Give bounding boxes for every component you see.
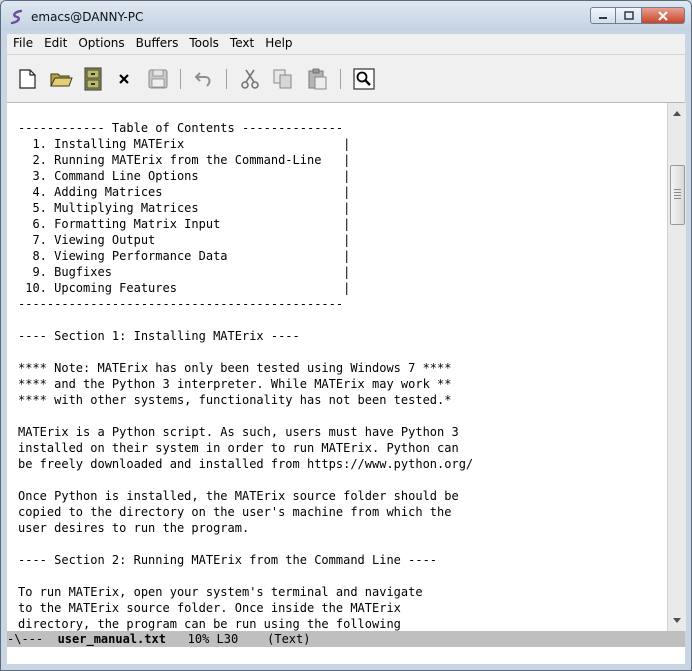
arrow-up-icon [673,111,681,116]
menu-file[interactable]: File [7,34,38,50]
menu-edit[interactable]: Edit [38,34,72,50]
buffer-line[interactable] [18,344,667,360]
buffer-line[interactable]: ----------------------------------------… [18,296,667,312]
save-button[interactable] [146,67,170,91]
window-title: emacs@DANNY-PC [31,10,144,24]
buffer-line[interactable]: Once Python is installed, the MATErix so… [18,488,667,504]
modeline-flags: -\--- [7,632,44,646]
buffer-line[interactable]: ------------ Table of Contents ---------… [18,120,667,136]
buffer-line[interactable]: 8. Viewing Performance Data | [18,248,667,264]
arrow-down-icon [673,618,681,623]
modeline-mode[interactable]: (Text) [267,632,310,646]
open-directory-button[interactable] [81,67,105,91]
buffer-line[interactable]: to the MATErix source folder. Once insid… [18,600,667,616]
buffer-line[interactable] [18,568,667,584]
scroll-down-arrow[interactable] [668,613,686,629]
buffer-line[interactable]: **** Note: MATErix has only been tested … [18,360,667,376]
tool-bar [7,55,685,103]
mode-line: -\--- user_manual.txt 10% L30 (Text) [7,631,685,647]
close-icon [658,10,668,21]
close-window-button[interactable] [642,7,685,24]
buffer-line[interactable]: 3. Command Line Options | [18,168,667,184]
buffer-line[interactable] [18,536,667,552]
file-cabinet-icon [84,67,102,91]
modeline-position: 10% L30 [187,632,239,646]
buffer-line[interactable]: be freely downloaded and installed from … [18,456,667,472]
scroll-up-arrow[interactable] [668,105,686,121]
copy-icon [273,69,292,89]
clipboard-icon [308,68,327,90]
toolbar-separator [180,69,181,89]
buffer-line[interactable]: ---- Section 2: Running MATErix from the… [18,552,667,568]
buffer-line[interactable]: To run MATErix, open your system's termi… [18,584,667,600]
cut-button[interactable] [238,67,262,91]
buffer-line[interactable]: 6. Formatting Matrix Input | [18,216,667,232]
buffer-line[interactable]: **** and the Python 3 interpreter. While… [18,376,667,392]
close-x-icon [119,74,129,84]
buffer-line[interactable]: directory, the program can be run using … [18,616,667,631]
floppy-disk-icon [148,69,168,89]
copy-button[interactable] [271,67,295,91]
undo-icon [194,72,211,87]
close-buffer-button[interactable] [112,67,136,91]
menu-bar: File Edit Options Buffers Tools Text Help [7,34,685,55]
emacs-window: emacs@DANNY-PC File Edit Options Buffers Too… [0,0,692,671]
new-file-button[interactable] [15,67,39,91]
menu-text[interactable]: Text [224,34,259,50]
buffer-line[interactable]: user desires to run the program. [18,520,667,536]
buffer-line[interactable] [18,408,667,424]
search-icon [353,68,375,90]
paste-button[interactable] [305,67,329,91]
buffer-line[interactable]: 4. Adding Matrices | [18,184,667,200]
menu-buffers[interactable]: Buffers [130,34,184,50]
menu-tools[interactable]: Tools [183,34,224,50]
toolbar-separator [226,69,227,89]
search-button[interactable] [352,67,376,91]
text-buffer[interactable]: ------------ Table of Contents ---------… [7,103,667,631]
buffer-line[interactable]: 2. Running MATErix from the Command-Line… [18,152,667,168]
scrollbar-thumb[interactable] [670,165,685,225]
buffer-content[interactable]: ------------ Table of Contents ---------… [7,103,667,631]
scissors-icon [241,69,259,89]
vertical-scrollbar[interactable] [667,103,686,631]
window-controls [590,7,685,25]
modeline-filename[interactable]: user_manual.txt [58,632,166,646]
buffer-line[interactable]: MATErix is a Python script. As such, use… [18,424,667,440]
buffer-line[interactable]: 9. Bugfixes | [18,264,667,280]
buffer-line[interactable]: **** with other systems, functionality h… [18,392,667,408]
emacs-app-icon [10,9,23,25]
buffer-line[interactable]: installed on their system in order to ru… [18,440,667,456]
buffer-line[interactable]: 1. Installing MATErix | [18,136,667,152]
new-file-icon [19,69,36,89]
buffer-line[interactable]: 5. Multiplying Matrices | [18,200,667,216]
buffer-line[interactable] [18,472,667,488]
maximize-button[interactable] [616,7,642,24]
menu-help[interactable]: Help [259,34,297,50]
buffer-line[interactable] [18,312,667,328]
folder-open-icon [50,73,73,87]
menu-options[interactable]: Options [72,34,129,50]
minibuffer[interactable] [7,647,685,664]
undo-button[interactable] [192,67,216,91]
open-file-button[interactable] [49,67,73,91]
minimize-icon [599,16,607,19]
maximize-icon [623,10,634,20]
title-bar[interactable]: emacs@DANNY-PC [1,1,691,31]
buffer-line[interactable]: ---- Section 1: Installing MATErix ---- [18,328,667,344]
buffer-line[interactable]: 7. Viewing Output | [18,232,667,248]
buffer-line[interactable]: 10. Upcoming Features | [18,280,667,296]
buffer-line[interactable]: copied to the directory on the user's ma… [18,504,667,520]
minimize-button[interactable] [590,7,616,24]
toolbar-separator [340,69,341,89]
